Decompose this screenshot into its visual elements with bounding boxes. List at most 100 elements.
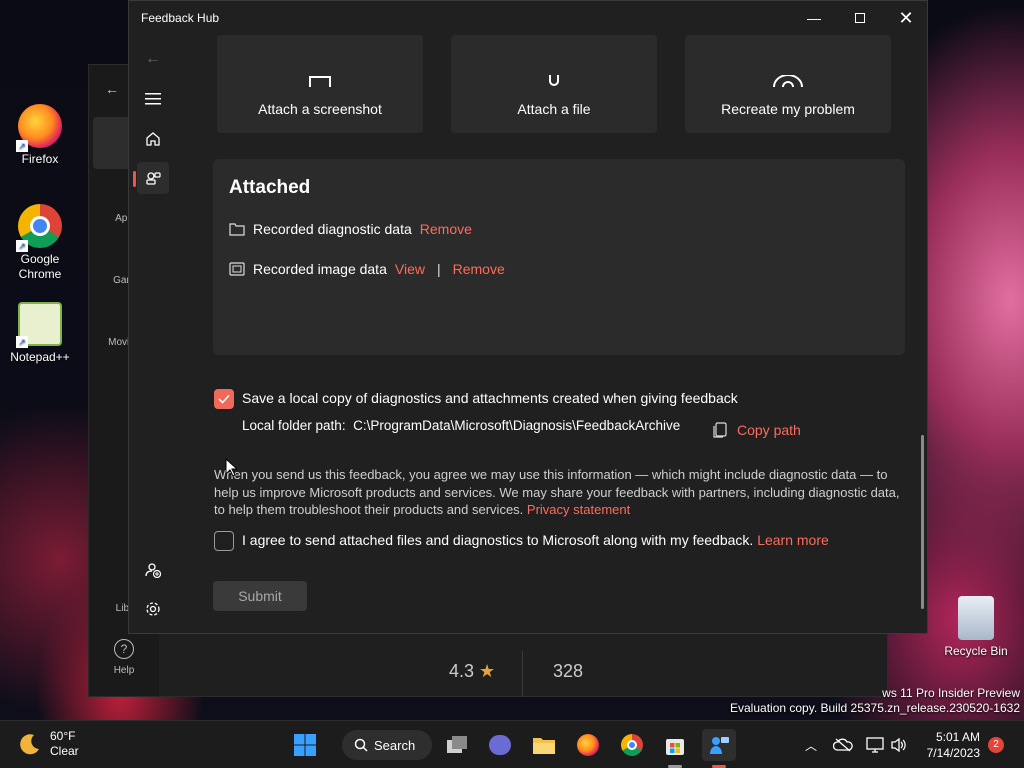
attach-screenshot-label: Attach a screenshot (258, 101, 382, 117)
chrome-taskbar-button[interactable] (615, 729, 649, 761)
back-button[interactable]: ← (137, 43, 169, 75)
recreate-problem-button[interactable]: Recreate my problem (685, 35, 891, 133)
add-user-icon (145, 563, 161, 578)
desktop-icon-firefox[interactable]: ↗ Firefox (0, 104, 80, 166)
notepadpp-icon: ↗ (16, 302, 62, 348)
desktop-icon-notepadpp[interactable]: ↗ Notepad++ (0, 302, 80, 364)
help-icon: ? (114, 639, 134, 659)
close-button[interactable]: ✕ (883, 1, 929, 35)
clock-time: 5:01 AM (935, 730, 980, 744)
attach-file-label: Attach a file (517, 101, 591, 117)
cloud-offline-icon (833, 738, 853, 752)
image-icon (229, 262, 245, 276)
notification-badge[interactable]: 2 (988, 737, 1004, 753)
settings-button[interactable] (137, 593, 169, 625)
gear-icon (146, 602, 160, 616)
task-view-icon (447, 736, 467, 753)
copy-icon (713, 422, 727, 438)
volume-button[interactable] (884, 729, 914, 761)
window-title: Feedback Hub (141, 11, 220, 25)
view-image-link[interactable]: View (395, 261, 425, 277)
watermark-line1: ws 11 Pro Insider Preview (882, 686, 1020, 700)
store-side-help[interactable]: Help (89, 665, 159, 676)
remove-diagnostic-link[interactable]: Remove (420, 221, 472, 237)
attachment-label: Recorded diagnostic data (253, 221, 412, 237)
back-arrow-icon: ← (145, 50, 161, 67)
submit-button[interactable]: Submit (213, 581, 307, 611)
windows-icon (294, 734, 316, 756)
copy-path-label: Copy path (737, 422, 801, 438)
firefox-taskbar-button[interactable] (571, 729, 605, 761)
agree-checkbox[interactable] (214, 531, 234, 551)
desktop-icon-chrome[interactable]: ↗ Google Chrome (0, 204, 80, 282)
save-local-copy-checkbox[interactable] (214, 389, 234, 409)
desktop-icon-label: Recycle Bin (944, 644, 1008, 658)
maximize-button[interactable] (837, 1, 883, 35)
chrome-icon (621, 734, 643, 756)
store-icon (666, 739, 684, 755)
file-explorer-button[interactable] (527, 729, 561, 761)
active-indicator (133, 171, 136, 187)
learn-more-link[interactable]: Learn more (757, 532, 829, 548)
chat-icon (489, 735, 511, 755)
firefox-icon (577, 734, 599, 756)
copy-path-button[interactable]: Copy path (713, 422, 801, 438)
attach-screenshot-button[interactable]: Attach a screenshot (217, 35, 423, 133)
save-local-copy-label: Save a local copy of diagnostics and att… (242, 390, 738, 406)
local-folder-path: Local folder path: C:\ProgramData\Micros… (242, 418, 681, 433)
recreate-problem-label: Recreate my problem (721, 101, 855, 117)
folder-icon (533, 738, 555, 754)
menu-button[interactable] (137, 83, 169, 115)
store-home-item[interactable] (93, 117, 133, 169)
weather-temp: 60°F (50, 729, 76, 743)
network-icon (866, 737, 884, 753)
privacy-disclaimer: When you send us this feedback, you agre… (214, 467, 900, 517)
attached-heading: Attached (229, 177, 311, 198)
speaker-icon (891, 737, 906, 753)
weather-desc: Clear (50, 744, 79, 758)
clock[interactable]: 5:01 AM 7/14/2023 (918, 729, 980, 761)
attach-file-button[interactable]: Attach a file (451, 35, 657, 133)
home-icon (146, 132, 160, 146)
task-view-button[interactable] (440, 729, 474, 761)
desktop-icon-recycle-bin[interactable]: Recycle Bin (936, 596, 1016, 658)
start-button[interactable] (288, 729, 322, 761)
moon-icon (20, 734, 39, 755)
checkmark-icon (218, 394, 230, 404)
show-hidden-icons-button[interactable]: ︿ (796, 729, 826, 761)
feedback-hub-icon (710, 737, 729, 754)
chat-button[interactable] (483, 729, 517, 761)
separator: | (436, 261, 441, 277)
chevron-up-icon: ︿ (804, 738, 817, 753)
app-rating: 4.3 ★ (449, 661, 496, 681)
search-label: Search (374, 737, 416, 753)
hamburger-icon (145, 93, 161, 105)
feedback-hub-taskbar-button[interactable] (702, 729, 736, 761)
nav-home[interactable] (137, 123, 169, 155)
desktop-icon-label: Google Chrome (18, 252, 62, 281)
privacy-statement-link[interactable]: Privacy statement (527, 502, 630, 517)
account-button[interactable] (137, 554, 169, 586)
attachment-label: Recorded image data (253, 261, 387, 277)
onedrive-button[interactable] (828, 729, 858, 761)
taskbar: 60°F Clear Search ︿ 5:01 AM 7/14/2023 2 (0, 720, 1024, 768)
weather-widget[interactable]: 60°F Clear (18, 729, 79, 759)
remove-image-link[interactable]: Remove (453, 261, 505, 277)
paperclip-icon (549, 75, 559, 86)
rating-count: 328 (553, 661, 584, 681)
record-icon (773, 75, 803, 87)
taskbar-search[interactable]: Search (342, 730, 432, 760)
back-arrow-icon[interactable]: ← (105, 81, 119, 97)
attachment-row: Recorded diagnostic data Remove (229, 221, 472, 237)
nav-feedback[interactable] (137, 162, 169, 194)
feedback-icon (146, 172, 161, 185)
star-icon: ★ (479, 661, 496, 681)
store-taskbar-button[interactable] (658, 729, 692, 761)
nav-rail: ← (129, 35, 177, 633)
scrollbar[interactable] (921, 435, 924, 609)
watermark-line2: Evaluation copy. Build 25375.zn_release.… (730, 701, 1020, 715)
desktop-icon-label: Firefox (21, 152, 59, 166)
minimize-button[interactable]: — (791, 1, 837, 35)
mouse-cursor-icon (225, 458, 237, 477)
title-bar[interactable]: Feedback Hub — ✕ (129, 1, 927, 35)
